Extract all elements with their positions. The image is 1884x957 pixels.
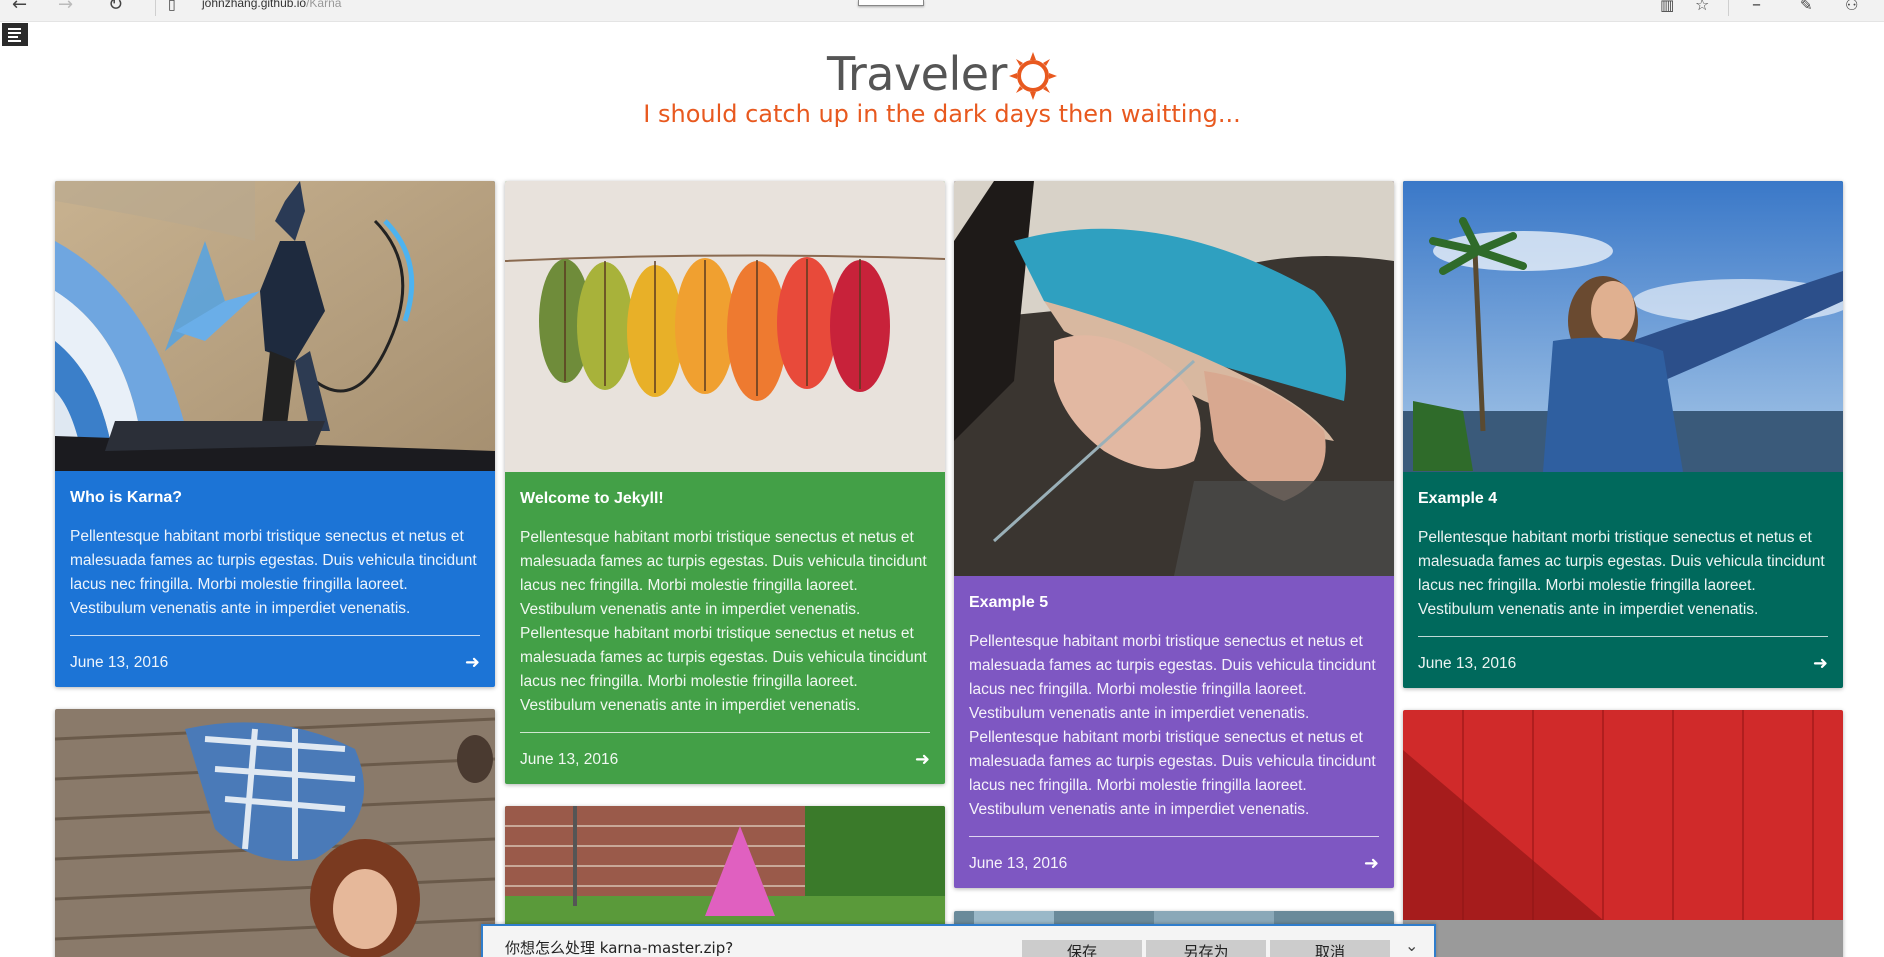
post-date: June 13, 2016 bbox=[1418, 654, 1517, 672]
divider bbox=[520, 732, 930, 733]
post-title[interactable]: Example 5 bbox=[969, 594, 1379, 612]
post-excerpt: Pellentesque habitant morbi tristique se… bbox=[969, 633, 1376, 818]
post-card[interactable]: Example 5 Pellentesque habitant morbi tr… bbox=[954, 181, 1394, 888]
divider bbox=[969, 836, 1379, 837]
arrow-right-icon[interactable]: ➜ bbox=[1813, 653, 1828, 674]
arrow-right-icon[interactable]: ➜ bbox=[465, 652, 480, 673]
post-excerpt: Pellentesque habitant morbi tristique se… bbox=[520, 529, 927, 714]
post-title[interactable]: Example 4 bbox=[1418, 490, 1828, 508]
share-icon[interactable]: ⚇ bbox=[1845, 0, 1858, 16]
post-card[interactable]: Example 4 Pellentesque habitant morbi tr… bbox=[1403, 181, 1843, 688]
post-date: June 13, 2016 bbox=[70, 653, 169, 671]
post-excerpt: Pellentesque habitant morbi tristique se… bbox=[70, 528, 477, 617]
site-title-text: Traveler bbox=[827, 47, 1007, 101]
divider bbox=[70, 635, 480, 636]
site-header: Traveler I should catch up in the dark d… bbox=[0, 44, 1884, 128]
address-bar[interactable]: johnzhang.github.io/Karna bbox=[202, 0, 341, 10]
post-image[interactable] bbox=[1403, 181, 1843, 472]
forward-arrow-icon[interactable]: → bbox=[58, 0, 73, 16]
favorite-star-icon[interactable]: ☆ bbox=[1695, 0, 1709, 16]
post-image[interactable] bbox=[954, 181, 1394, 576]
post-image[interactable] bbox=[55, 181, 495, 471]
post-date: June 13, 2016 bbox=[969, 854, 1068, 872]
refresh-icon[interactable]: ↻ bbox=[108, 0, 123, 16]
arrow-right-icon[interactable]: ➜ bbox=[1364, 853, 1379, 874]
hub-icon[interactable]: – bbox=[1752, 0, 1761, 16]
arrow-right-icon[interactable]: ➜ bbox=[915, 749, 930, 770]
web-note-icon[interactable]: ✎ bbox=[1800, 0, 1813, 16]
post-card[interactable] bbox=[55, 709, 495, 957]
sun-logo-icon bbox=[1008, 52, 1057, 100]
divider bbox=[1418, 636, 1828, 637]
post-card[interactable]: Who is Karna? Pellentesque habitant morb… bbox=[55, 181, 495, 687]
cancel-button[interactable]: 取消 bbox=[1270, 940, 1390, 957]
post-image[interactable] bbox=[55, 709, 495, 957]
save-as-button[interactable]: 另存为 bbox=[1146, 940, 1266, 957]
save-button[interactable]: 保存 bbox=[1022, 940, 1142, 957]
post-image[interactable] bbox=[1403, 710, 1843, 957]
post-excerpt: Pellentesque habitant morbi tristique se… bbox=[1418, 529, 1825, 618]
post-date: June 13, 2016 bbox=[520, 750, 619, 768]
browser-toolbar: ← → ↻ ▯ johnzhang.github.io/Karna ▥ ☆ – … bbox=[0, 0, 1884, 22]
url-host: johnzhang.github.io bbox=[202, 0, 307, 10]
tab-preview-thumbnail[interactable] bbox=[858, 0, 924, 6]
back-arrow-icon[interactable]: ← bbox=[12, 0, 27, 16]
post-title[interactable]: Welcome to Jekyll! bbox=[520, 490, 930, 508]
menu-toggle-button[interactable] bbox=[2, 23, 28, 46]
download-prompt: 你想怎么处理 karna-master.zip? bbox=[505, 939, 734, 957]
reading-view-icon[interactable]: ▥ bbox=[1660, 0, 1674, 16]
post-card[interactable] bbox=[1403, 710, 1843, 957]
chevron-down-icon[interactable]: ⌄ bbox=[1405, 936, 1418, 955]
post-card[interactable]: Welcome to Jekyll! Pellentesque habitant… bbox=[505, 181, 945, 784]
site-tagline: I should catch up in the dark days then … bbox=[643, 100, 1241, 128]
post-image[interactable] bbox=[505, 181, 945, 472]
site-title[interactable]: Traveler bbox=[827, 44, 1057, 104]
post-title[interactable]: Who is Karna? bbox=[70, 489, 480, 507]
download-notification-bar: 你想怎么处理 karna-master.zip? 保存 另存为 取消 ⌄ bbox=[481, 924, 1436, 957]
url-path: /Karna bbox=[306, 0, 342, 10]
page-icon: ▯ bbox=[168, 0, 176, 13]
